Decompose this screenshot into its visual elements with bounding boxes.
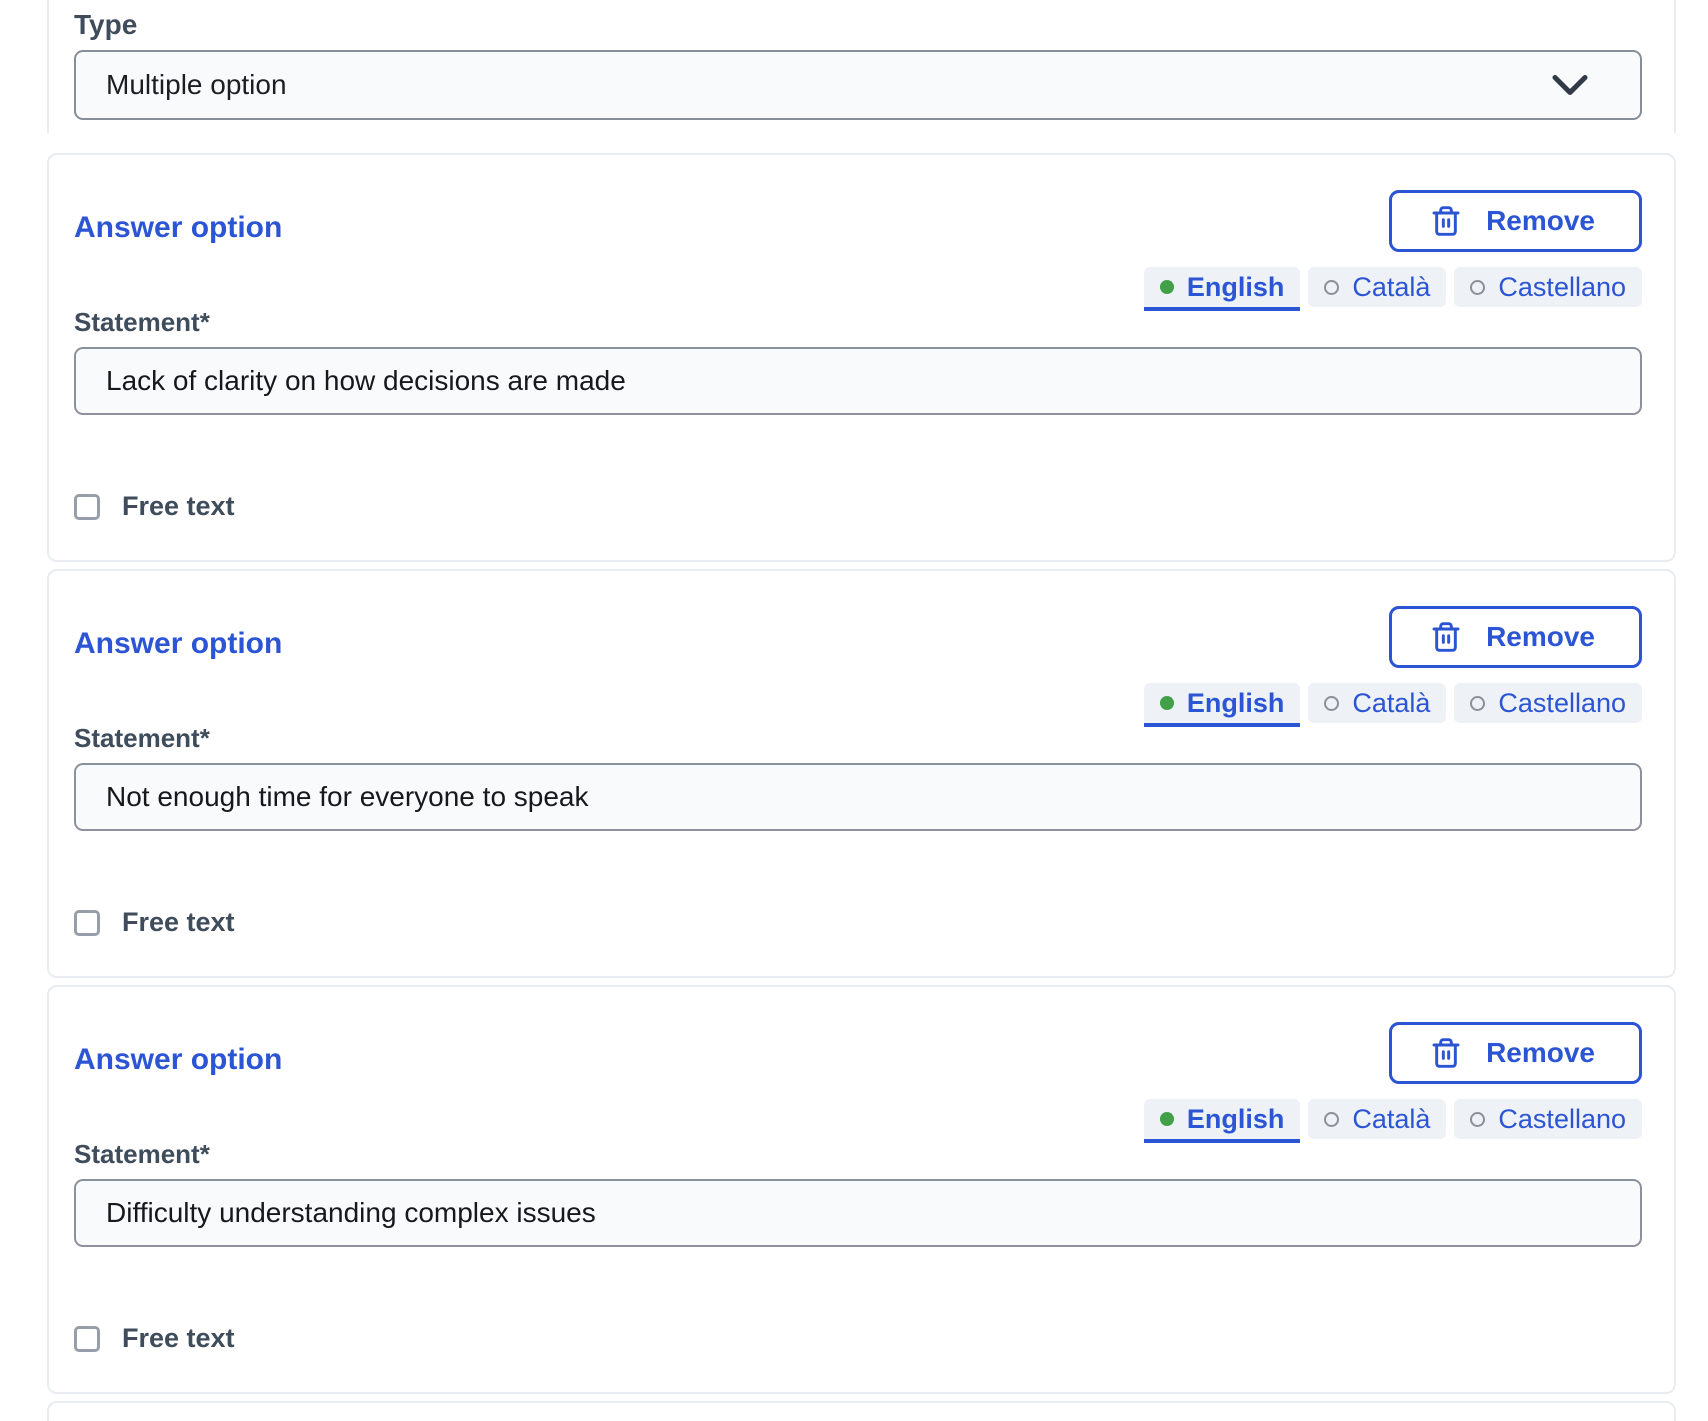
free-text-checkbox[interactable] [74,1326,100,1352]
remove-button-label: Remove [1486,621,1595,653]
trash-icon [1430,1036,1462,1070]
language-tabs: English Català Castellano [1144,683,1642,727]
statement-input[interactable] [74,763,1642,831]
answer-option-heading: Answer option [74,212,282,244]
radio-circle-icon [1470,1112,1485,1127]
type-select-value: Multiple option [106,69,287,101]
remove-button-label: Remove [1486,1037,1595,1069]
language-tab-english[interactable]: English [1144,683,1301,727]
language-tab-label: English [1187,272,1285,303]
statement-input[interactable] [74,1179,1642,1247]
language-tab-catala[interactable]: Català [1308,683,1446,723]
answer-option-card: Answer option Remove Statement* [47,985,1676,1394]
language-tab-castellano[interactable]: Castellano [1454,683,1642,723]
free-text-checkbox[interactable] [74,910,100,936]
type-label: Type [74,8,1642,42]
selected-language-dot-icon [1160,1112,1174,1126]
language-tab-english[interactable]: English [1144,1099,1301,1143]
chevron-down-icon [1552,74,1588,96]
card-header: Answer option Remove [74,1022,1642,1084]
free-text-label: Free text [122,1323,235,1354]
free-text-row: Free text [74,1323,1642,1354]
selected-language-dot-icon [1160,280,1174,294]
remove-button-label: Remove [1486,205,1595,237]
statement-row: Statement* English Català Castellano [74,683,1642,753]
free-text-label: Free text [122,491,235,522]
language-tab-label: Català [1352,1104,1430,1135]
language-tabs: English Català Castellano [1144,1099,1642,1143]
answer-option-heading: Answer option [74,628,282,660]
answer-option-card: Answer option Remove Statement* [47,569,1676,978]
selected-language-dot-icon [1160,696,1174,710]
type-select[interactable]: Multiple option [74,50,1642,120]
free-text-label: Free text [122,907,235,938]
radio-circle-icon [1470,280,1485,295]
language-tab-label: Castellano [1498,688,1626,719]
language-tabs: English Català Castellano [1144,267,1642,311]
language-tab-label: Castellano [1498,272,1626,303]
answer-option-heading: Answer option [74,1044,282,1076]
language-tab-castellano[interactable]: Castellano [1454,267,1642,307]
free-text-row: Free text [74,907,1642,938]
card-header: Answer option Remove [74,190,1642,252]
language-tab-label: Català [1352,688,1430,719]
remove-button[interactable]: Remove [1389,606,1642,668]
radio-circle-icon [1324,1112,1339,1127]
card-header: Answer option Remove [74,606,1642,668]
statement-input[interactable] [74,347,1642,415]
answer-option-card: Answer option Remove Statement* [47,153,1676,562]
statement-label: Statement* [74,1139,210,1169]
language-tab-label: Català [1352,272,1430,303]
radio-circle-icon [1470,696,1485,711]
radio-circle-icon [1324,280,1339,295]
free-text-row: Free text [74,491,1642,522]
radio-circle-icon [1324,696,1339,711]
language-tab-english[interactable]: English [1144,267,1301,311]
type-section: Type Multiple option [47,0,1676,133]
free-text-checkbox[interactable] [74,494,100,520]
statement-label: Statement* [74,723,210,753]
language-tab-label: English [1187,688,1285,719]
trash-icon [1430,204,1462,238]
trash-icon [1430,620,1462,654]
remove-button[interactable]: Remove [1389,190,1642,252]
statement-row: Statement* English Català Castellano [74,267,1642,337]
statement-row: Statement* English Català Castellano [74,1099,1642,1169]
language-tab-catala[interactable]: Català [1308,1099,1446,1139]
statement-label: Statement* [74,307,210,337]
language-tab-label: English [1187,1104,1285,1135]
language-tab-castellano[interactable]: Castellano [1454,1099,1642,1139]
question-editor: Type Multiple option Answer option [47,0,1676,1378]
language-tab-label: Castellano [1498,1104,1626,1135]
answer-option-card-partial [47,1401,1676,1421]
language-tab-catala[interactable]: Català [1308,267,1446,307]
remove-button[interactable]: Remove [1389,1022,1642,1084]
